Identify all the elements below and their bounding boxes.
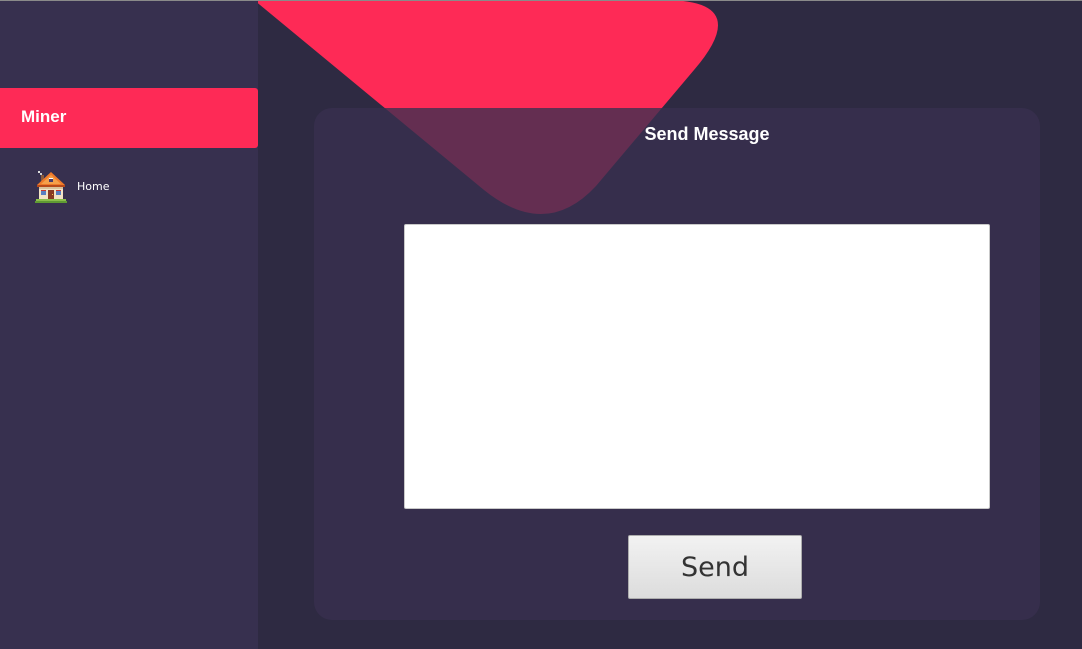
sidebar-item-label: Home [77, 180, 110, 193]
house-icon [35, 171, 67, 203]
brand-header: Miner [0, 88, 258, 148]
window-top-border [0, 0, 1082, 1]
send-button[interactable]: Send [628, 535, 802, 599]
sidebar-item-home[interactable]: Home [34, 170, 214, 204]
brand-label: Miner [21, 107, 67, 126]
app-window: Miner Home Send Message Send [0, 0, 1082, 649]
send-message-card: Send Message Send [314, 108, 1040, 620]
sidebar: Miner Home [0, 0, 258, 649]
message-input[interactable] [404, 224, 990, 509]
page-title: Send Message [644, 124, 770, 144]
